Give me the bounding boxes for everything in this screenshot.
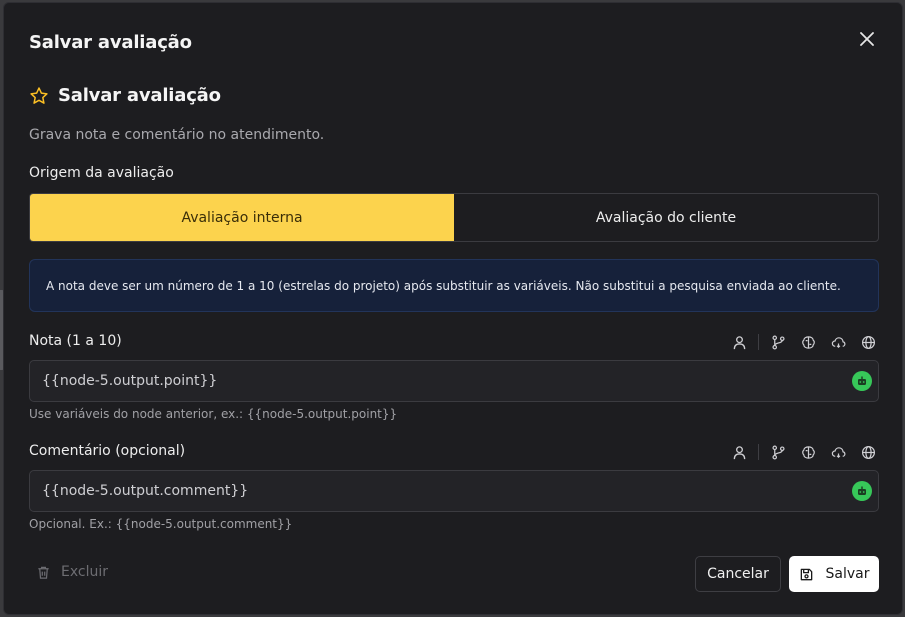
user-variable-button[interactable] [724, 332, 754, 352]
origin-label: Origem da avaliação [29, 165, 174, 181]
cloud-icon [831, 446, 845, 458]
trash-icon [38, 566, 49, 579]
origin-option-internal[interactable]: Avaliação interna [30, 194, 454, 241]
star-icon [30, 86, 48, 104]
global-variable-button[interactable] [853, 332, 883, 352]
close-icon [860, 32, 874, 46]
delete-button[interactable]: Excluir [36, 564, 108, 580]
comment-input[interactable] [42, 483, 822, 499]
globe-icon [861, 335, 875, 349]
robot-icon [858, 486, 866, 495]
info-alert: A nota deve ser um número de 1 a 10 (est… [29, 259, 879, 312]
toolbar-divider [758, 334, 759, 350]
comment-hint: Opcional. Ex.: {{node-5.output.comment}} [29, 517, 293, 531]
ai-variable-button[interactable] [793, 442, 823, 462]
origin-toggle: Avaliação interna Avaliação do cliente [29, 193, 879, 242]
delete-label: Excluir [61, 564, 108, 580]
score-hint: Use variáveis do node anterior, ex.: {{n… [29, 407, 398, 421]
save-rating-dialog: Salvar avaliação Salvar avaliação Grava … [3, 2, 903, 615]
origin-option-client[interactable]: Avaliação do cliente [454, 194, 878, 241]
section-header: Salvar avaliação [29, 85, 221, 106]
cloud-variable-button[interactable] [823, 442, 853, 462]
toolbar-divider [758, 444, 759, 460]
user-icon [733, 445, 745, 459]
ai-assist-button[interactable] [852, 481, 872, 501]
global-variable-button[interactable] [853, 442, 883, 462]
ai-variable-button[interactable] [793, 332, 823, 352]
info-alert-text: A nota deve ser um número de 1 a 10 (est… [46, 278, 841, 293]
comment-variable-toolbar [724, 442, 883, 462]
close-button[interactable] [856, 28, 878, 50]
git-branch-icon [771, 335, 785, 349]
score-variable-toolbar [724, 332, 883, 352]
git-branch-icon [771, 445, 785, 459]
cloud-variable-button[interactable] [823, 332, 853, 352]
score-input[interactable] [42, 373, 822, 389]
user-icon [733, 335, 745, 349]
save-button[interactable]: Salvar [789, 556, 879, 592]
ai-assist-button[interactable] [852, 371, 872, 391]
branch-variable-button[interactable] [763, 442, 793, 462]
cancel-button[interactable]: Cancelar [695, 556, 781, 592]
section-title: Salvar avaliação [58, 85, 221, 106]
save-label: Salvar [825, 566, 870, 582]
comment-input-wrapper [29, 470, 879, 512]
score-input-wrapper [29, 360, 879, 402]
branch-variable-button[interactable] [763, 332, 793, 352]
dialog-title: Salvar avaliação [29, 32, 192, 53]
brain-icon [801, 335, 815, 349]
score-field-label: Nota (1 a 10) [29, 333, 122, 349]
globe-icon [861, 445, 875, 459]
user-variable-button[interactable] [724, 442, 754, 462]
comment-field-label: Comentário (opcional) [29, 443, 186, 459]
cloud-icon [831, 336, 845, 348]
robot-icon [858, 376, 866, 385]
brain-icon [801, 445, 815, 459]
save-icon [800, 568, 812, 580]
section-description: Grava nota e comentário no atendimento. [29, 127, 325, 143]
